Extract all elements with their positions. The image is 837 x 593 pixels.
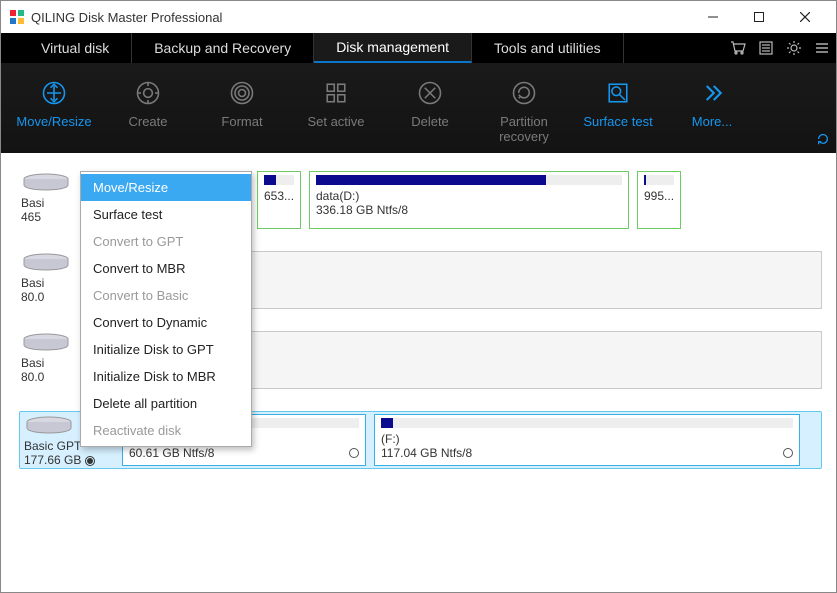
ctx-surface-test[interactable]: Surface test	[81, 201, 251, 228]
tool-surface-test[interactable]: Surface test	[571, 71, 665, 130]
tool-more[interactable]: More...	[665, 71, 759, 130]
primary-indicator-icon	[85, 456, 95, 466]
tool-partition-recovery[interactable]: Partitionrecovery	[477, 71, 571, 145]
ctx-convert-mbr[interactable]: Convert to MBR	[81, 255, 251, 282]
minimize-button[interactable]	[690, 1, 736, 33]
partition-small-1[interactable]: 653...	[257, 171, 301, 229]
format-icon	[195, 75, 289, 111]
list-icon[interactable]	[752, 33, 780, 63]
context-menu: Move/Resize Surface test Convert to GPT …	[80, 171, 252, 447]
maximize-button[interactable]	[736, 1, 782, 33]
window-controls	[690, 1, 828, 33]
disk-icon	[21, 333, 71, 351]
ctx-init-mbr[interactable]: Initialize Disk to MBR	[81, 363, 251, 390]
partition-small-2[interactable]: 995...	[637, 171, 681, 229]
tool-move-resize[interactable]: Move/Resize	[7, 71, 101, 130]
tab-tools-utilities[interactable]: Tools and utilities	[472, 33, 624, 63]
create-icon	[101, 75, 195, 111]
ctx-reactivate: Reactivate disk	[81, 417, 251, 444]
ctx-convert-basic: Convert to Basic	[81, 282, 251, 309]
tab-backup-recovery[interactable]: Backup and Recovery	[132, 33, 314, 63]
more-icon	[665, 75, 759, 111]
partition-recovery-icon	[477, 75, 571, 111]
app-window: QILING Disk Master Professional Virtual …	[0, 0, 837, 593]
ctx-convert-gpt: Convert to GPT	[81, 228, 251, 255]
tabstrip: Virtual disk Backup and Recovery Disk ma…	[1, 33, 836, 63]
partition-d[interactable]: data(D:) 336.18 GB Ntfs/8	[309, 171, 629, 229]
move-resize-icon	[7, 75, 101, 111]
menu-icon[interactable]	[808, 33, 836, 63]
refresh-icon[interactable]	[816, 132, 830, 149]
app-logo-icon	[9, 9, 25, 25]
ctx-delete-all[interactable]: Delete all partition	[81, 390, 251, 417]
primary-indicator-icon	[349, 448, 359, 458]
delete-icon	[383, 75, 477, 111]
ctx-init-gpt[interactable]: Initialize Disk to GPT	[81, 336, 251, 363]
surface-test-icon	[571, 75, 665, 111]
tool-delete[interactable]: Delete	[383, 71, 477, 130]
set-active-icon	[289, 75, 383, 111]
titlebar: QILING Disk Master Professional	[1, 1, 836, 33]
toolbar: Move/Resize Create Format Set active Del…	[1, 63, 836, 153]
ctx-convert-dynamic[interactable]: Convert to Dynamic	[81, 309, 251, 336]
disk-icon	[21, 173, 71, 191]
tool-create[interactable]: Create	[101, 71, 195, 130]
tab-virtual-disk[interactable]: Virtual disk	[19, 33, 132, 63]
cart-icon[interactable]	[724, 33, 752, 63]
primary-indicator-icon	[783, 448, 793, 458]
tab-disk-management[interactable]: Disk management	[314, 33, 472, 63]
disk-icon	[21, 253, 71, 271]
ctx-move-resize[interactable]: Move/Resize	[81, 174, 251, 201]
close-button[interactable]	[782, 1, 828, 33]
disk-icon	[24, 416, 74, 434]
gear-icon[interactable]	[780, 33, 808, 63]
tool-set-active[interactable]: Set active	[289, 71, 383, 130]
app-title: QILING Disk Master Professional	[31, 10, 690, 25]
tool-format[interactable]: Format	[195, 71, 289, 130]
partition-f[interactable]: (F:) 117.04 GB Ntfs/8	[374, 414, 800, 466]
